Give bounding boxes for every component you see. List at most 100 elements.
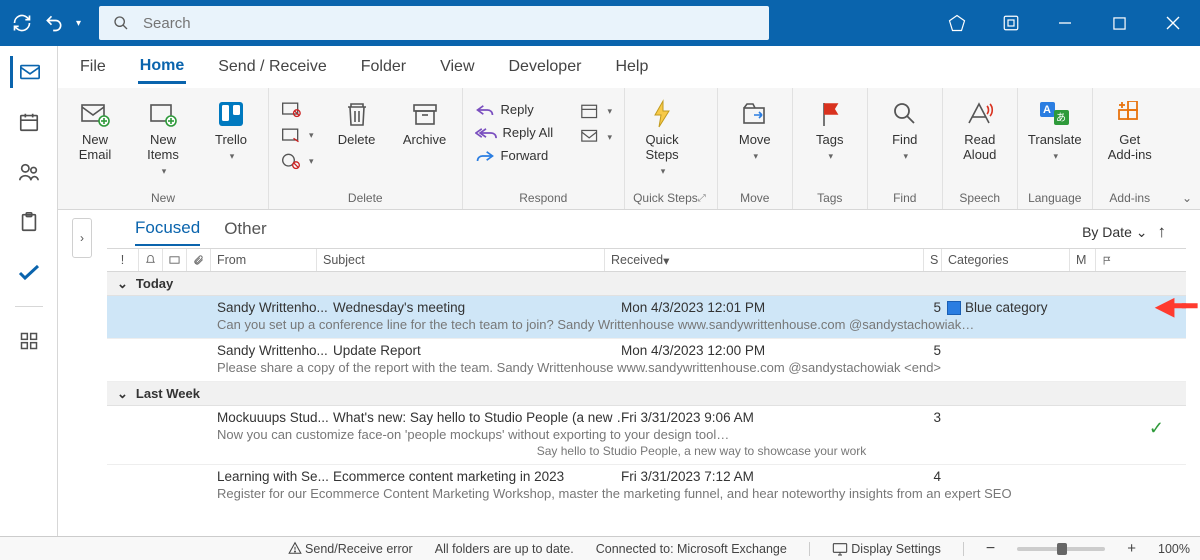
new-items-icon — [149, 98, 177, 130]
bell-icon — [145, 254, 156, 266]
quick-steps-button[interactable]: Quick Steps — [633, 94, 691, 176]
find-button[interactable]: Find — [876, 94, 934, 161]
close-button[interactable] — [1146, 0, 1200, 46]
message-row[interactable]: Mockuuups Stud... What's new: Say hello … — [107, 406, 1186, 465]
share-to-teams-button[interactable] — [576, 126, 617, 148]
search-input[interactable] — [143, 15, 755, 32]
flag-complete-icon[interactable]: ✓ — [1149, 418, 1164, 439]
col-categories[interactable]: Categories — [942, 249, 1070, 271]
delete-button[interactable]: Delete — [328, 94, 386, 148]
sort-by[interactable]: By Date ⌄ — [1082, 224, 1147, 241]
status-error[interactable]: Send/Receive error — [288, 541, 413, 556]
meeting-button[interactable] — [576, 100, 617, 122]
tab-other[interactable]: Other — [224, 219, 267, 245]
get-addins-button[interactable]: Get Add-ins — [1101, 94, 1159, 163]
reply-all-button[interactable]: Reply All — [471, 123, 566, 142]
ribbon: New Email New Items Trello New Delete — [58, 88, 1200, 210]
quicksteps-launcher-icon[interactable]: ⤢ — [698, 193, 709, 204]
msg-size: 3 — [841, 410, 941, 425]
forward-button[interactable]: Forward — [471, 146, 566, 165]
paperclip-icon — [193, 254, 204, 266]
new-email-button[interactable]: New Email — [66, 94, 124, 163]
cleanup-button[interactable] — [277, 124, 318, 146]
msg-subject: Wednesday's meeting — [333, 300, 621, 315]
zoom-in-button[interactable]: + — [1127, 540, 1136, 557]
folder-pane-toggle[interactable]: › — [72, 218, 92, 258]
col-attachment[interactable] — [187, 249, 211, 271]
ribbon-group-new-label: New — [66, 189, 260, 207]
msg-size: 5 — [841, 343, 941, 358]
reply-button[interactable]: Reply — [471, 100, 566, 119]
maximize-button[interactable] — [1092, 0, 1146, 46]
search-box[interactable] — [99, 6, 769, 40]
message-row[interactable]: Sandy Writtenho... Update Report Mon 4/3… — [107, 339, 1186, 382]
zoom-slider[interactable] — [1017, 547, 1105, 551]
translate-button[interactable]: Aあ Translate — [1026, 94, 1084, 161]
col-importance[interactable]: ! — [107, 249, 139, 271]
qat-customize-icon[interactable]: ▾ — [74, 18, 83, 29]
col-mention[interactable]: M — [1070, 249, 1096, 271]
mail-rail-icon[interactable] — [10, 56, 45, 88]
ribbon-group-tags-label: Tags — [801, 189, 859, 207]
tasks-rail-icon[interactable] — [13, 206, 45, 238]
zoom-level[interactable]: 100% — [1158, 542, 1190, 556]
display-settings-button[interactable]: Display Settings — [832, 542, 941, 556]
col-flag[interactable] — [1096, 249, 1118, 271]
col-icon[interactable] — [163, 249, 187, 271]
read-aloud-button[interactable]: Read Aloud — [951, 94, 1009, 163]
premium-icon[interactable] — [930, 0, 984, 46]
message-row[interactable]: Learning with Se... Ecommerce content ma… — [107, 465, 1186, 507]
minimize-button[interactable] — [1038, 0, 1092, 46]
msg-subject: Ecommerce content marketing in 2023 — [333, 469, 621, 484]
col-subject[interactable]: Subject — [317, 249, 605, 271]
section-today[interactable]: ⌄Today — [107, 272, 1186, 296]
col-received[interactable]: Received ▾ — [605, 249, 924, 271]
new-email-icon — [80, 98, 110, 130]
menu-folder[interactable]: Folder — [359, 52, 408, 82]
refresh-icon[interactable] — [10, 11, 34, 35]
ribbon-group-language-label: Language — [1026, 189, 1084, 207]
message-row[interactable]: Sandy Writtenho... Wednesday's meeting M… — [107, 296, 1186, 339]
chevron-down-icon: ⌄ — [1136, 224, 1148, 240]
archive-button[interactable]: Archive — [396, 94, 454, 148]
ignore-button[interactable] — [277, 98, 318, 120]
zoom-thumb[interactable] — [1057, 543, 1067, 555]
ribbon-collapse-icon[interactable]: ⌄ — [1182, 191, 1192, 205]
ribbon-group-addins: Get Add-ins Add-ins — [1093, 88, 1167, 209]
menu-view[interactable]: View — [438, 52, 476, 82]
junk-button[interactable] — [277, 150, 318, 172]
ribbon-group-respond-label: Respond — [471, 189, 617, 207]
share-icon — [580, 128, 600, 146]
col-size[interactable]: S — [924, 249, 942, 271]
move-button[interactable]: Move — [726, 94, 784, 161]
msg-preview: Now you can customize face-on 'people mo… — [217, 427, 1186, 442]
window-controls — [930, 0, 1200, 46]
sort-direction-icon[interactable]: ↑ — [1158, 222, 1167, 242]
tab-focused[interactable]: Focused — [135, 218, 200, 246]
trash-icon — [344, 98, 370, 130]
menu-file[interactable]: File — [78, 52, 108, 82]
ribbon-group-tags: Tags Tags — [793, 88, 868, 209]
envelope-icon — [169, 254, 180, 266]
meeting-icon — [580, 102, 600, 120]
more-apps-rail-icon[interactable] — [13, 325, 45, 357]
junk-icon — [281, 152, 301, 170]
msg-received: Mon 4/3/2023 12:00 PM — [621, 343, 841, 358]
menu-home[interactable]: Home — [138, 51, 186, 84]
zoom-out-button[interactable]: − — [986, 540, 995, 558]
menu-developer[interactable]: Developer — [507, 52, 584, 82]
section-lastweek[interactable]: ⌄Last Week — [107, 382, 1186, 406]
people-rail-icon[interactable] — [13, 156, 45, 188]
todo-rail-icon[interactable] — [13, 256, 45, 288]
col-from[interactable]: From — [211, 249, 317, 271]
trello-button[interactable]: Trello — [202, 94, 260, 161]
calendar-rail-icon[interactable] — [13, 106, 45, 138]
col-reminder[interactable] — [139, 249, 163, 271]
menu-send-receive[interactable]: Send / Receive — [216, 52, 329, 82]
new-items-button[interactable]: New Items — [134, 94, 192, 176]
app-rail — [0, 46, 58, 536]
tags-button[interactable]: Tags — [801, 94, 859, 161]
undo-icon[interactable] — [42, 11, 66, 35]
menu-help[interactable]: Help — [613, 52, 650, 82]
coming-soon-icon[interactable] — [984, 0, 1038, 46]
